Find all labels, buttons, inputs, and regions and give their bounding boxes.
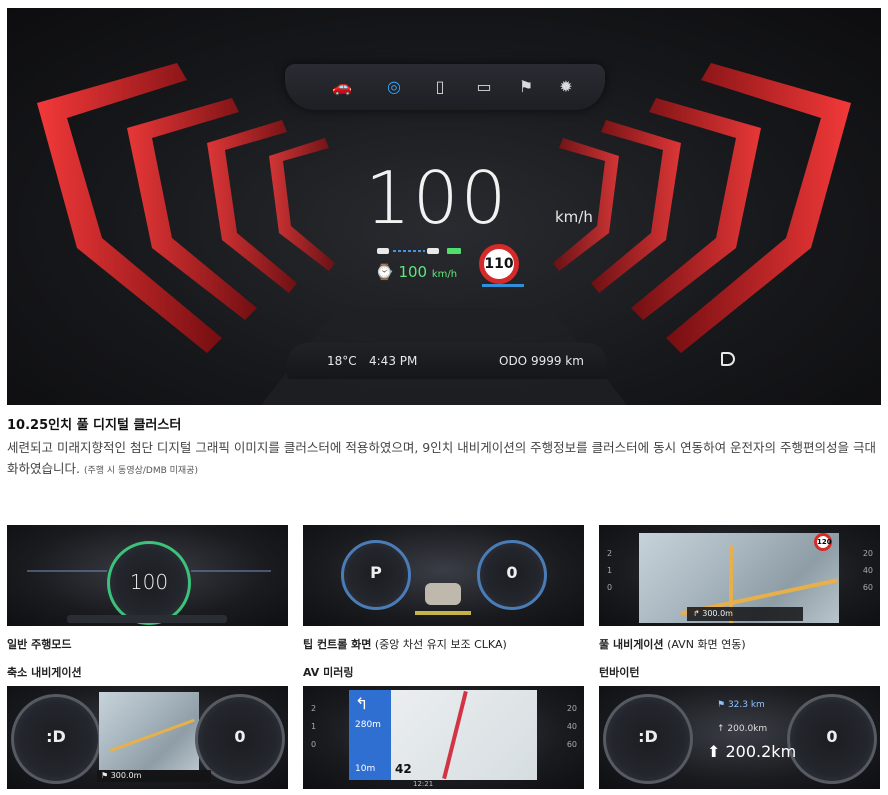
speed-limit-sign: 120 [814,533,832,551]
left-gauge: :D [11,694,101,784]
dist-a: 32.3 km [727,700,765,710]
battery-icon: ▯ [435,77,445,96]
thumb-sub: (중앙 차선 유지 보조 CLKA) [374,638,507,651]
turn-distance: 300.0m [110,771,142,780]
right-gauge-value: 0 [506,563,518,582]
right-scale: 20 40 60 [566,704,577,749]
thumb-title: 풀 내비게이션 [599,638,664,651]
dist-b-unit: km [753,724,768,734]
hero-cluster-image: 🚗 ◎ ▯ ▭ ⚑ ✹ 100 km/h ⌚ 100 km/h 110 18°C… [7,8,881,405]
turn-panel: ↰ 280m 10m [349,690,391,780]
clock: 12:21 [413,780,434,788]
thumb-label-tip: 팁 컨트롤 화면 (중앙 차선 유지 보조 CLKA) [303,636,507,652]
flag-icon: ⚑ [518,77,534,96]
acc-speed-unit: km/h [431,269,458,280]
left-gauge-value: P [370,563,382,582]
thumb-turn-by-turn: :D 0 ⚑ 32.3 km ↑ 200.0km ⬆ 200.2km [599,686,880,789]
thumb-title: AV 미러링 [303,666,354,679]
thumb-label-turn-by-turn: 턴바이턴 [599,664,639,680]
turn-distance: 300.0m [702,609,733,618]
thumb-mini-navi: :D 0 ⚑ 300.0m [7,686,288,789]
car-icon: 🚗 [332,77,352,96]
acc-speed-value: 100 [398,263,428,281]
left-scale: 210 [311,704,317,749]
gear-indicator [721,352,735,366]
thumb-tip-control: P 0 [303,525,584,626]
cluster-icon-bar: 🚗 ◎ ▯ ▭ ⚑ ✹ [285,64,605,110]
odometer: ODO 9999 km [499,354,584,368]
speed-gauge: 100 [107,541,191,625]
thumb-full-navi: 120 ↱ 300.0m 210 20 40 60 [599,525,880,626]
status-bar: 18°C 4:43 PM ODO 9999 km [287,343,735,379]
next-turn-distance: ⚑ 32.3 km [717,700,765,710]
right-scale: 20 40 60 [862,549,873,592]
thumb-label-av-mirroring: AV 미러링 [303,664,353,680]
right-gauge: 0 [787,694,877,784]
car-graphic [425,583,461,605]
lane-line [415,611,471,615]
acc-icon: ⌚ [375,263,394,281]
left-scale: 210 [607,549,613,592]
thumb-label-mini-navi: 축소 내비게이션 [7,664,82,680]
section-description: 세련되고 미래지향적인 첨단 디지털 그래픽 이미지를 클러스터에 적용하였으며… [7,437,883,482]
turn-arrow-icon: ↰ [355,694,369,713]
thumb-av-mirroring: ↰ 280m 10m 42 12:21 210 20 40 60 [303,686,584,789]
straight-distance: ↑ 200.0km [717,724,768,734]
left-gauge-value: :D [638,727,658,746]
radio-icon: ▭ [476,77,492,96]
acc-gap-indicator [377,248,461,254]
thumb-label-normal: 일반 주행모드 [7,636,72,652]
turn-distance: 280m [355,720,381,730]
right-gauge: 0 [477,540,547,610]
turn-banner: ⚑ 300.0m [97,770,211,782]
clock: 4:43 PM [369,354,418,368]
dist-c: 200.2km [725,742,797,761]
speed-value: 42 [395,762,412,776]
right-gauge-value: 0 [234,727,246,746]
description-note: (주행 시 동영상/DMB 미재공) [83,466,198,476]
main-distance: ⬆ 200.2km [707,742,797,761]
thumb-title: 축소 내비게이션 [7,666,82,679]
thumb-title: 턴바이턴 [599,666,640,679]
speed-readout: 100 [365,156,509,240]
acc-set-speed: ⌚ 100 km/h [375,263,457,281]
turn-banner: ↱ 300.0m [687,607,803,621]
thumb-label-full-navi: 풀 내비게이션 (AVN 화면 연동) [599,636,746,652]
thumb-sub: (AVN 화면 연동) [667,638,746,651]
left-gauge: :D [603,694,693,784]
gauge-value: 100 [129,570,169,594]
temperature: 18°C [327,354,357,368]
thumb-normal-drive: 100 [7,525,288,626]
gear-icon: ✹ [559,77,573,96]
thumb-title: 팁 컨트롤 화면 [303,638,372,651]
speed-limit-sign: 110 [479,244,519,284]
map-area [99,692,199,770]
speed-limit-underline [482,284,524,287]
speed-unit: km/h [555,208,593,226]
left-gauge: P [341,540,411,610]
thumb-title: 일반 주행모드 [7,638,72,651]
left-gauge-value: :D [46,727,66,746]
gauge-icon: ◎ [387,77,401,96]
section-title: 10.25인치 풀 디지털 클러스터 [7,418,182,433]
right-gauge-value: 0 [826,727,838,746]
dist-b: 200.0 [727,724,754,734]
next-distance: 10m [355,764,376,774]
